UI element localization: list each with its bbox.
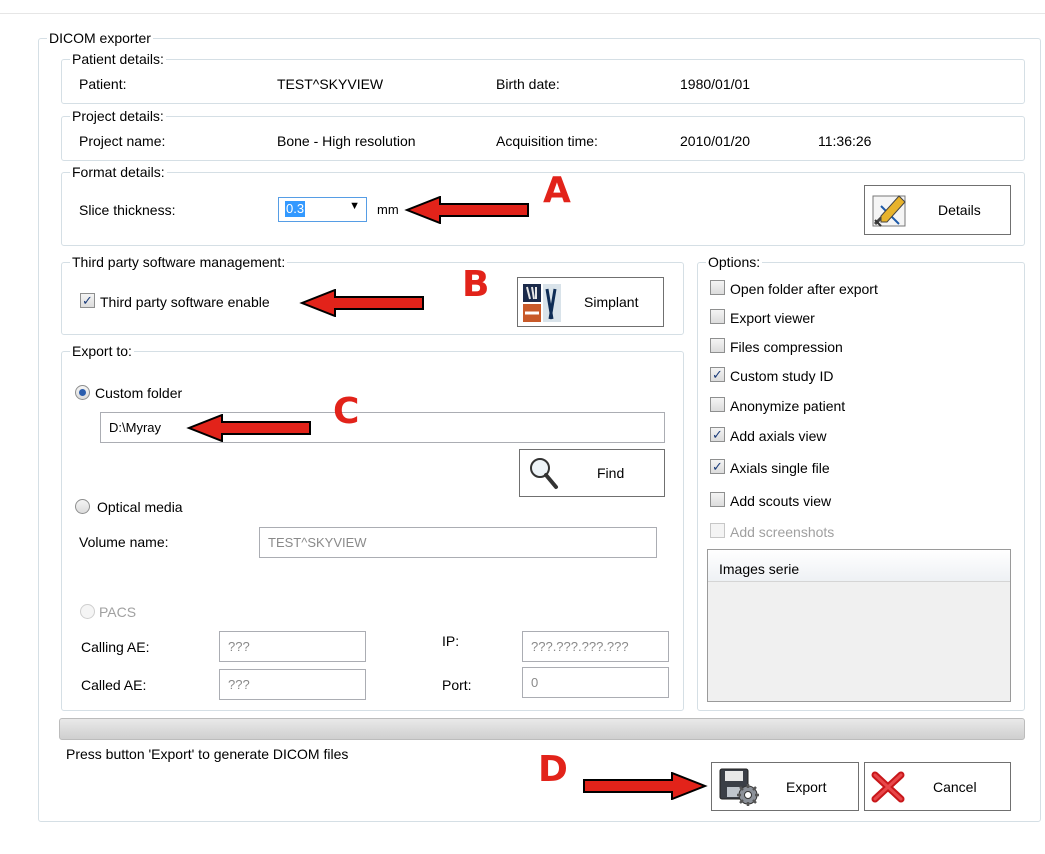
option-checkbox-add-screenshots[interactable] [710, 523, 725, 538]
status-text: Press button 'Export' to generate DICOM … [66, 746, 349, 762]
option-checkbox-export-viewer[interactable] [710, 309, 725, 324]
project-name-value: Bone - High resolution [277, 133, 416, 149]
third-party-enable-checkbox[interactable]: ✓ [80, 293, 95, 308]
simplant-button-label: Simplant [584, 294, 639, 310]
ip-value: ???.???.???.??? [531, 639, 629, 654]
calling-ae-value: ??? [228, 639, 250, 654]
patient-value: TEST^SKYVIEW [277, 76, 384, 92]
optical-media-label: Optical media [97, 499, 183, 515]
simplant-icon [522, 283, 562, 323]
chevron-down-icon: ▼ [349, 200, 360, 212]
port-label: Port: [442, 677, 472, 693]
magnifier-icon [528, 456, 560, 490]
option-checkbox-add-axials-view[interactable]: ✓ [710, 427, 725, 442]
option-checkbox-axials-single-file[interactable]: ✓ [710, 459, 725, 474]
option-label-add-screenshots: Add screenshots [730, 524, 835, 540]
option-label-anonymize-patient: Anonymize patient [730, 398, 846, 414]
birth-date-value: 1980/01/01 [680, 76, 751, 92]
top-divider [0, 13, 1045, 14]
folder-path-value: D:\Myray [109, 420, 161, 435]
option-checkbox-files-compression[interactable] [710, 338, 725, 353]
options-label: Options: [706, 254, 763, 270]
option-label-open-folder: Open folder after export [730, 281, 878, 297]
project-details-label: Project details: [70, 108, 166, 124]
called-ae-label: Called AE: [81, 677, 147, 693]
annotation-marker-c: C [333, 391, 360, 432]
export-progress-bar [59, 718, 1025, 740]
cancel-button-label: Cancel [933, 779, 977, 795]
annotation-arrow-a [404, 196, 529, 224]
find-button[interactable]: Find [519, 449, 665, 497]
acquisition-time-value: 11:36:26 [818, 133, 872, 149]
calling-ae-label: Calling AE: [81, 639, 150, 655]
called-ae-value: ??? [228, 677, 250, 692]
custom-folder-label: Custom folder [95, 385, 183, 401]
ip-input[interactable]: ???.???.???.??? [522, 631, 669, 662]
port-value: 0 [531, 675, 539, 690]
patient-label: Patient: [79, 76, 127, 92]
export-to-label: Export to: [70, 343, 134, 359]
details-button-label: Details [938, 202, 981, 218]
patient-details-label: Patient details: [70, 51, 166, 67]
images-serie-header[interactable]: Images serie [708, 550, 1010, 582]
images-serie-list[interactable]: Images serie [707, 549, 1011, 702]
third-party-label: Third party software management: [70, 254, 288, 270]
cancel-button[interactable]: Cancel [864, 762, 1011, 811]
dicom-exporter-window: DICOM exporter Patient details: Patient:… [0, 0, 1045, 854]
ip-label: IP: [442, 633, 460, 649]
birth-date-label: Birth date: [496, 76, 560, 92]
window-title: DICOM exporter [47, 30, 153, 46]
slice-unit: mm [377, 202, 399, 217]
acquisition-time-label: Acquisition time: [496, 133, 598, 149]
ruler-pencil-icon [871, 192, 909, 230]
volume-name-value: TEST^SKYVIEW [268, 535, 367, 550]
option-label-export-viewer: Export viewer [730, 310, 815, 326]
volume-name-label: Volume name: [79, 534, 169, 550]
option-checkbox-add-scouts-view[interactable] [710, 492, 725, 507]
annotation-marker-d: D [538, 749, 568, 790]
folder-path-input[interactable]: D:\Myray [100, 412, 665, 443]
annotation-marker-b: B [462, 264, 490, 305]
annotation-arrow-b [299, 289, 424, 317]
details-button[interactable]: Details [864, 185, 1011, 235]
pacs-radio[interactable] [80, 604, 95, 619]
slice-thickness-value: 0.3 [285, 201, 306, 217]
annotation-arrow-d [583, 772, 708, 800]
annotation-marker-a: A [543, 170, 571, 211]
optical-media-radio[interactable] [75, 499, 90, 514]
option-checkbox-open-folder[interactable] [710, 280, 725, 295]
slice-thickness-label: Slice thickness: [79, 202, 176, 218]
called-ae-input[interactable]: ??? [219, 669, 366, 700]
project-name-label: Project name: [79, 133, 166, 149]
third-party-enable-label: Third party software enable [100, 294, 270, 310]
format-details-label: Format details: [70, 164, 167, 180]
option-label-files-compression: Files compression [730, 339, 843, 355]
export-button[interactable]: Export [711, 762, 859, 811]
red-x-icon [871, 771, 905, 803]
volume-name-input[interactable]: TEST^SKYVIEW [259, 527, 657, 558]
option-checkbox-custom-study-id[interactable]: ✓ [710, 367, 725, 382]
option-label-axials-single-file: Axials single file [730, 460, 830, 476]
option-label-custom-study-id: Custom study ID [730, 368, 834, 384]
find-button-label: Find [597, 465, 625, 481]
floppy-gear-icon [718, 767, 760, 807]
custom-folder-radio[interactable] [75, 385, 90, 400]
option-checkbox-anonymize-patient[interactable] [710, 397, 725, 412]
option-label-add-scouts-view: Add scouts view [730, 493, 832, 509]
calling-ae-input[interactable]: ??? [219, 631, 366, 662]
port-input[interactable]: 0 [522, 667, 669, 698]
pacs-label: PACS [99, 604, 137, 620]
option-label-add-axials-view: Add axials view [730, 428, 827, 444]
export-button-label: Export [786, 779, 827, 795]
images-serie-header-label: Images serie [719, 561, 800, 577]
acquisition-date-value: 2010/01/20 [680, 133, 751, 149]
simplant-button[interactable]: Simplant [517, 277, 664, 327]
annotation-arrow-c [186, 414, 311, 442]
slice-thickness-select[interactable]: 0.3 ▼ [278, 197, 367, 222]
